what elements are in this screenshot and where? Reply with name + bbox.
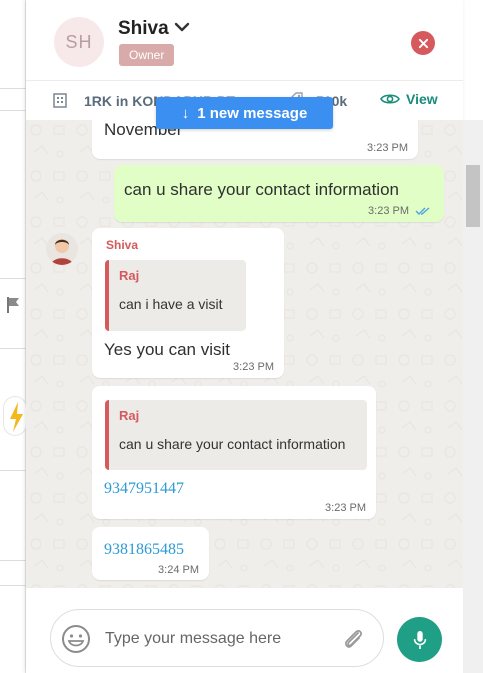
contact-name[interactable]: Shiva [118,18,169,40]
view-property-link[interactable]: View [380,91,438,107]
close-icon [418,38,428,48]
background-page [0,0,27,673]
message-input[interactable] [105,626,325,652]
emoji-icon[interactable] [61,624,91,654]
background-divider [0,88,26,89]
phone-number-link[interactable]: 9347951447 [104,480,184,498]
message-bubble-incoming[interactable]: Shiva Raj can i have a visit Yes you can… [92,228,284,378]
sender-avatar[interactable] [46,233,78,265]
chat-panel: SH Shiva Owner 1RK in KONDAPUR,PT 510k [26,0,463,673]
background-divider [0,348,26,349]
scrollbar-thumb[interactable] [466,165,480,227]
message-time: 3:23 PM [368,205,409,217]
message-input-box[interactable] [50,609,384,667]
message-text: can u share your contact information [124,180,399,199]
quoted-author: Raj [119,408,140,423]
background-divider [0,110,26,111]
flag-icon [7,297,19,313]
quoted-author: Raj [119,268,140,283]
quoted-message[interactable]: Raj can i have a visit [105,260,246,331]
message-composer [26,588,463,673]
message-bubble-incoming[interactable]: 9381865485 3:24 PM [92,527,209,580]
sender-name: Shiva [106,238,139,252]
chat-header: SH Shiva Owner [26,0,463,80]
message-time: 3:23 PM [367,142,408,154]
message-list[interactable]: November 3:23 PM can u share your contac… [26,120,463,588]
eye-icon [380,94,400,104]
phone-number-link[interactable]: 9381865485 [104,541,184,559]
close-button[interactable] [411,31,435,55]
message-time: 3:23 PM [233,361,274,373]
new-message-button[interactable]: ↓ 1 new message [156,97,333,129]
background-divider [0,585,26,586]
message-time: 3:23 PM [325,502,366,514]
quoted-text: can u share your contact information [119,436,346,452]
quoted-message[interactable]: Raj can u share your contact information [105,400,367,470]
background-divider [0,278,26,279]
message-text: Yes you can visit [104,340,230,359]
microphone-icon [413,630,426,649]
contact-avatar[interactable]: SH [54,17,104,67]
down-arrow-icon: ↓ [181,104,190,122]
background-divider [0,470,26,471]
message-bubble-incoming[interactable]: Raj can u share your contact information… [92,386,376,519]
role-badge: Owner [119,44,175,66]
bolt-badge [3,396,27,436]
view-label: View [406,91,438,107]
building-icon [53,93,67,108]
paperclip-icon[interactable] [341,626,365,652]
person-icon [51,239,73,265]
message-time: 3:24 PM [158,564,199,576]
chevron-down-icon[interactable] [174,20,190,34]
background-divider [0,560,26,561]
double-check-icon [415,207,430,215]
quoted-text: can i have a visit [119,296,223,312]
microphone-button[interactable] [397,617,442,662]
message-bubble-outgoing[interactable]: can u share your contact information 3:2… [114,165,444,222]
new-message-label: 1 new message [197,104,308,122]
lightning-icon [10,402,23,432]
